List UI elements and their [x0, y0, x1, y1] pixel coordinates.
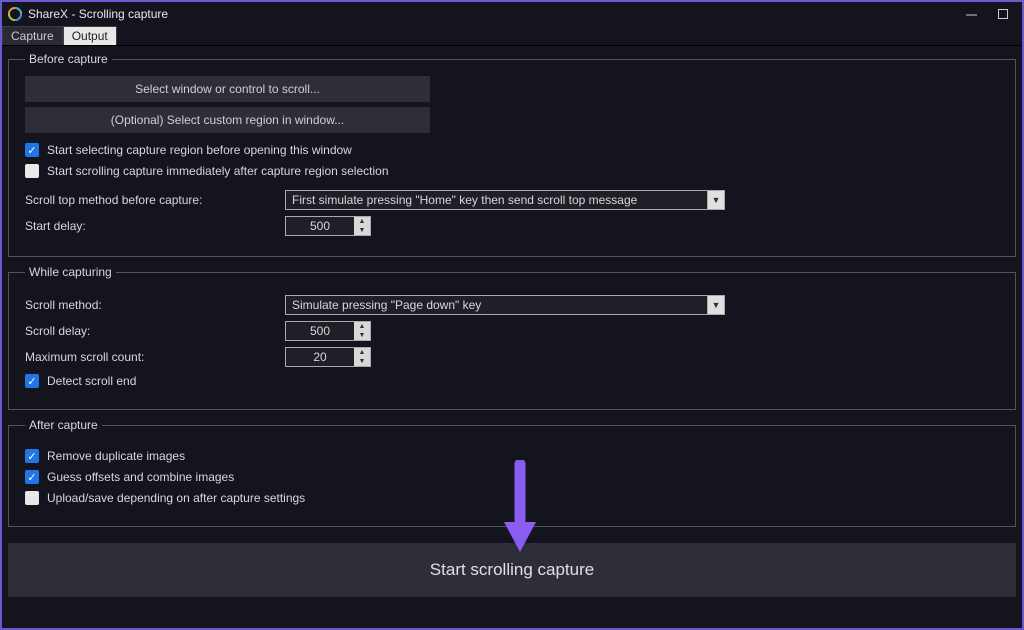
- window-title: ShareX - Scrolling capture: [28, 7, 964, 21]
- chevron-down-icon: ▼: [707, 295, 725, 315]
- start-scrolling-immediately-checkbox[interactable]: [25, 164, 39, 178]
- start-delay-value: 500: [286, 217, 354, 235]
- after-capture-legend: After capture: [25, 418, 102, 432]
- select-window-button[interactable]: Select window or control to scroll...: [25, 76, 430, 102]
- remove-dup-checkbox[interactable]: ✓: [25, 449, 39, 463]
- start-scrolling-immediately-label: Start scrolling capture immediately afte…: [47, 164, 389, 178]
- max-scroll-value: 20: [286, 348, 354, 366]
- sharex-logo-icon: [8, 7, 22, 21]
- upload-save-label: Upload/save depending on after capture s…: [47, 491, 305, 505]
- while-capturing-group: While capturing Scroll method: Simulate …: [8, 265, 1016, 410]
- upload-save-checkbox[interactable]: [25, 491, 39, 505]
- after-capture-group: After capture ✓ Remove duplicate images …: [8, 418, 1016, 527]
- scroll-method-label: Scroll method:: [25, 298, 285, 312]
- guess-offsets-label: Guess offsets and combine images: [47, 470, 234, 484]
- start-delay-label: Start delay:: [25, 219, 285, 233]
- scroll-top-method-select[interactable]: First simulate pressing "Home" key then …: [285, 190, 725, 210]
- scroll-top-method-value: First simulate pressing "Home" key then …: [292, 193, 637, 207]
- spinner-arrows-icon[interactable]: ▲▼: [354, 348, 370, 366]
- titlebar: ShareX - Scrolling capture: [2, 2, 1022, 26]
- scroll-delay-label: Scroll delay:: [25, 324, 285, 338]
- scroll-method-value: Simulate pressing "Page down" key: [292, 298, 481, 312]
- spinner-arrows-icon[interactable]: ▲▼: [354, 217, 370, 235]
- tab-capture[interactable]: Capture: [2, 26, 63, 45]
- spinner-arrows-icon[interactable]: ▲▼: [354, 322, 370, 340]
- scroll-delay-value: 500: [286, 322, 354, 340]
- tab-output[interactable]: Output: [63, 26, 117, 45]
- detect-scroll-end-label: Detect scroll end: [47, 374, 136, 388]
- guess-offsets-checkbox[interactable]: ✓: [25, 470, 39, 484]
- remove-dup-label: Remove duplicate images: [47, 449, 185, 463]
- before-capture-legend: Before capture: [25, 52, 112, 66]
- max-scroll-label: Maximum scroll count:: [25, 350, 285, 364]
- before-capture-group: Before capture Select window or control …: [8, 52, 1016, 257]
- start-scrolling-capture-button[interactable]: Start scrolling capture: [8, 543, 1016, 597]
- start-selecting-label: Start selecting capture region before op…: [47, 143, 352, 157]
- max-scroll-spinner[interactable]: 20 ▲▼: [285, 347, 371, 367]
- while-capturing-legend: While capturing: [25, 265, 116, 279]
- chevron-down-icon: ▼: [707, 190, 725, 210]
- start-delay-spinner[interactable]: 500 ▲▼: [285, 216, 371, 236]
- custom-region-button[interactable]: (Optional) Select custom region in windo…: [25, 107, 430, 133]
- maximize-button[interactable]: [996, 7, 1010, 21]
- scroll-top-method-label: Scroll top method before capture:: [25, 193, 285, 207]
- tab-bar: Capture Output: [2, 26, 1022, 46]
- minimize-button[interactable]: [964, 7, 978, 21]
- scroll-method-select[interactable]: Simulate pressing "Page down" key ▼: [285, 295, 725, 315]
- scroll-delay-spinner[interactable]: 500 ▲▼: [285, 321, 371, 341]
- start-selecting-checkbox[interactable]: ✓: [25, 143, 39, 157]
- detect-scroll-end-checkbox[interactable]: ✓: [25, 374, 39, 388]
